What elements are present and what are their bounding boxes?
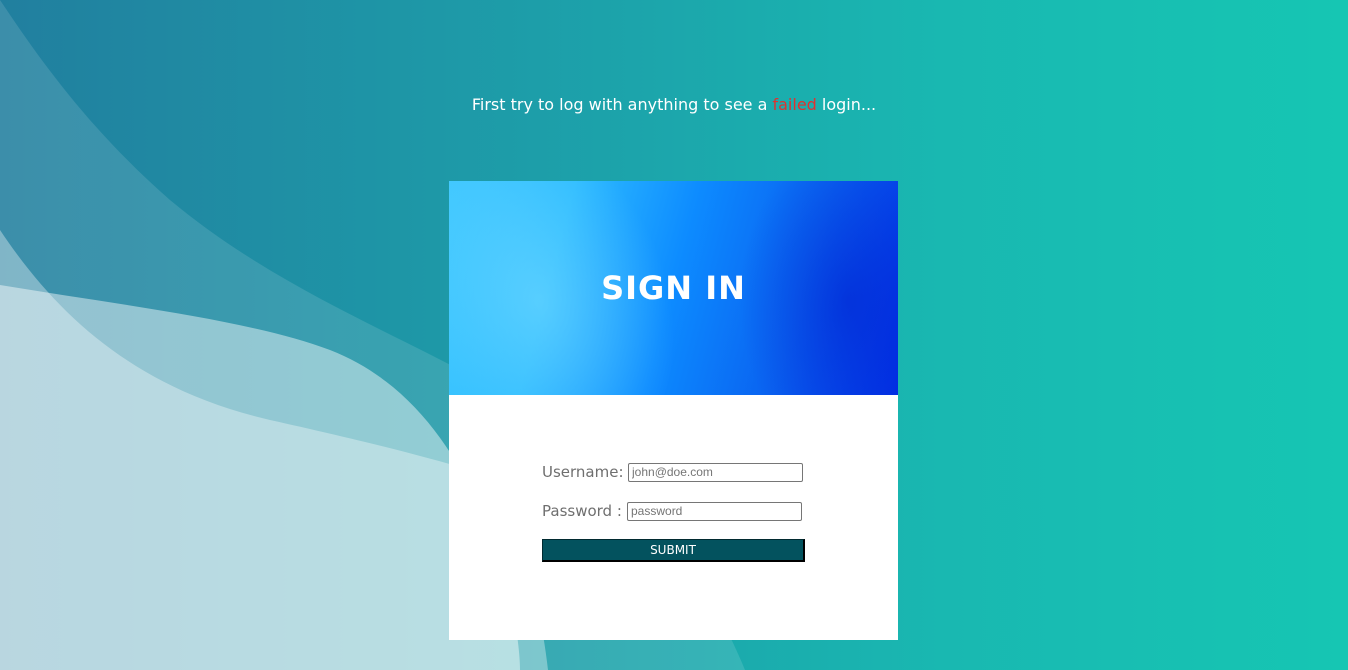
username-row: Username: [542,461,805,483]
hint-prefix: First try to log with anything to see a [471,95,773,114]
hint-failed-highlight: failed [772,95,817,114]
hint-suffix: login... [816,95,877,114]
login-page: First try to log with anything to see a … [0,0,1348,670]
submit-button[interactable]: SUBMIT [542,539,805,562]
login-card-header: SIGN IN [449,181,898,395]
username-label: Username: [542,463,624,481]
login-hint: First try to log with anything to see a … [0,95,1348,114]
login-card: SIGN IN Username: Password : SUBMIT [449,181,898,640]
sign-in-title: SIGN IN [601,269,746,307]
password-label: Password : [542,502,622,520]
header-shade [738,181,898,395]
login-form: Username: Password : SUBMIT [542,461,805,562]
password-input[interactable] [627,501,802,521]
username-input[interactable] [628,462,803,482]
password-row: Password : [542,500,805,522]
